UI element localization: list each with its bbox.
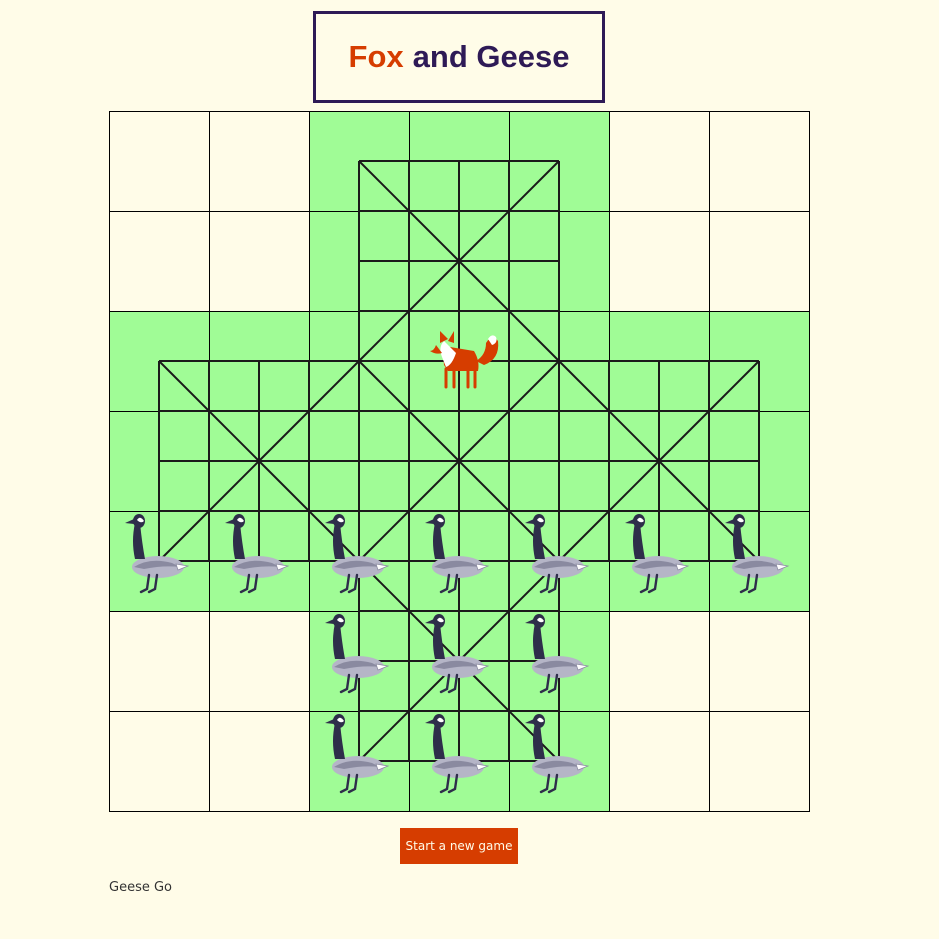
title-fox-word: Fox bbox=[348, 39, 404, 74]
board-cell-inactive bbox=[709, 211, 810, 312]
board-cell-inactive bbox=[609, 711, 710, 812]
board-cell-inactive bbox=[609, 611, 710, 712]
board-cell-inactive bbox=[109, 111, 210, 212]
new-game-button[interactable]: Start a new game bbox=[400, 828, 518, 864]
board-cell-inactive bbox=[709, 611, 810, 712]
board-cell-inactive bbox=[209, 111, 310, 212]
game-board bbox=[109, 111, 811, 813]
board-cell-inactive bbox=[609, 111, 710, 212]
board-cell-inactive bbox=[209, 711, 310, 812]
board-cell-inactive bbox=[109, 611, 210, 712]
game-title: Fox and Geese bbox=[313, 11, 605, 103]
board-cell-inactive bbox=[609, 211, 710, 312]
board-svg bbox=[109, 111, 810, 812]
board-cell-inactive bbox=[109, 711, 210, 812]
status-text: Geese Go bbox=[109, 880, 173, 895]
title-rest-words: and Geese bbox=[412, 39, 570, 74]
board-cell-inactive bbox=[209, 211, 310, 312]
board-cell-inactive bbox=[209, 611, 310, 712]
board-cell-inactive bbox=[709, 711, 810, 812]
board-cell-inactive bbox=[709, 111, 810, 212]
board-cell-inactive bbox=[109, 211, 210, 312]
